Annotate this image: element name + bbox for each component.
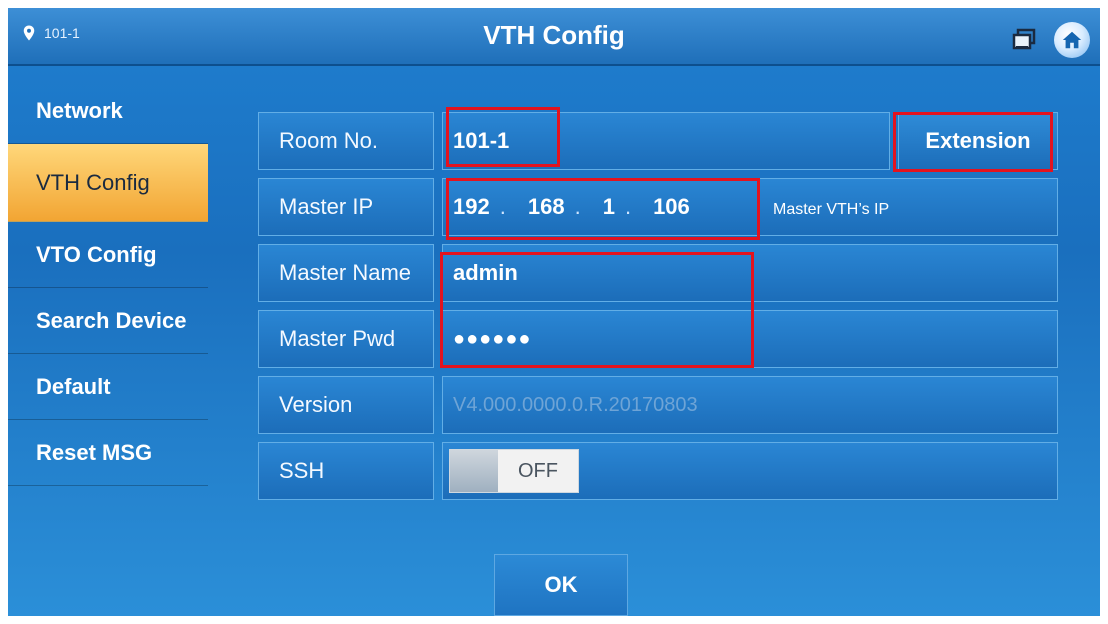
sidebar-item-label: VTO Config — [36, 241, 157, 267]
master-ip-note: Master VTH’s IP — [773, 201, 890, 218]
annotation-box-master-ip — [446, 178, 760, 240]
sidebar-item-reset-msg[interactable]: Reset MSG — [8, 420, 208, 486]
screens-button[interactable] — [1008, 24, 1040, 56]
sidebar-item-label: Search Device — [36, 307, 187, 333]
ok-button[interactable]: OK — [494, 554, 628, 616]
annotation-box-extension — [893, 112, 1053, 172]
sidebar: Network VTH Config VTO Config Search Dev… — [8, 78, 208, 486]
annotation-box-room-no — [446, 107, 560, 167]
screens-icon — [1012, 28, 1036, 50]
version-row: Version V4.000.0000.0.R.20170803 — [258, 376, 1058, 434]
page-title: VTH Config — [483, 20, 625, 50]
ssh-toggle-state: OFF — [518, 459, 558, 482]
sidebar-item-vth-config[interactable]: VTH Config — [8, 144, 208, 222]
sidebar-item-label: VTH Config — [36, 169, 150, 195]
room-no-label: Room No. — [258, 112, 434, 170]
sidebar-item-label: Default — [36, 373, 111, 399]
sidebar-item-default[interactable]: Default — [8, 354, 208, 420]
toggle-knob — [450, 450, 498, 492]
version-label: Version — [258, 376, 434, 434]
sidebar-item-network[interactable]: Network — [8, 78, 208, 144]
annotation-box-credentials — [440, 252, 754, 368]
sidebar-item-search-device[interactable]: Search Device — [8, 288, 208, 354]
title-bar: 101-1 VTH Config — [8, 8, 1100, 66]
sidebar-item-label: Reset MSG — [36, 439, 153, 465]
ssh-row: SSH OFF — [258, 442, 1058, 500]
home-icon — [1062, 31, 1082, 49]
home-button[interactable] — [1054, 22, 1090, 58]
master-pwd-label: Master Pwd — [258, 310, 434, 368]
version-value: V4.000.0000.0.R.20170803 — [442, 376, 1058, 434]
ssh-toggle[interactable]: OFF — [449, 449, 579, 493]
sidebar-item-vto-config[interactable]: VTO Config — [8, 222, 208, 288]
ssh-label: SSH — [258, 442, 434, 500]
master-name-label: Master Name — [258, 244, 434, 302]
ssh-cell: OFF — [442, 442, 1058, 500]
master-ip-label: Master IP — [258, 178, 434, 236]
sidebar-item-label: Network — [36, 97, 123, 123]
